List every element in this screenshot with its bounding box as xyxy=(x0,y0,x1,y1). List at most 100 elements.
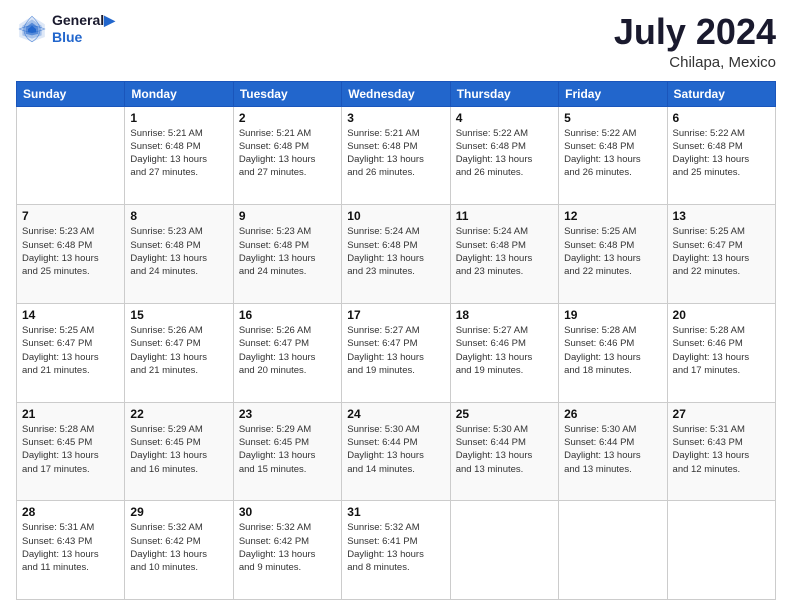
day-cell: 24 Sunrise: 5:30 AM Sunset: 6:44 PM Dayli… xyxy=(342,402,450,501)
day-cell: 23 Sunrise: 5:29 AM Sunset: 6:45 PM Dayli… xyxy=(233,402,341,501)
day-info: Sunrise: 5:31 AM Sunset: 6:43 PM Dayligh… xyxy=(673,423,770,476)
col-header-thursday: Thursday xyxy=(450,81,558,106)
col-header-tuesday: Tuesday xyxy=(233,81,341,106)
day-number: 2 xyxy=(239,111,336,125)
subtitle: Chilapa, Mexico xyxy=(614,54,776,71)
day-info: Sunrise: 5:29 AM Sunset: 6:45 PM Dayligh… xyxy=(239,423,336,476)
day-info: Sunrise: 5:32 AM Sunset: 6:42 PM Dayligh… xyxy=(239,521,336,574)
calendar-table: SundayMondayTuesdayWednesdayThursdayFrid… xyxy=(16,81,776,600)
day-info: Sunrise: 5:22 AM Sunset: 6:48 PM Dayligh… xyxy=(673,127,770,180)
day-cell: 27 Sunrise: 5:31 AM Sunset: 6:43 PM Dayli… xyxy=(667,402,775,501)
day-info: Sunrise: 5:32 AM Sunset: 6:41 PM Dayligh… xyxy=(347,521,444,574)
day-cell: 6Sunrise: 5:22 AM Sunset: 6:48 PM Daylig… xyxy=(667,106,775,205)
day-info: Sunrise: 5:30 AM Sunset: 6:44 PM Dayligh… xyxy=(347,423,444,476)
day-number: 23 xyxy=(239,407,336,421)
day-info: Sunrise: 5:21 AM Sunset: 6:48 PM Dayligh… xyxy=(347,127,444,180)
day-info: Sunrise: 5:29 AM Sunset: 6:45 PM Dayligh… xyxy=(130,423,227,476)
day-cell: 1 Sunrise: 5:21 AM Sunset: 6:48 PM Daylig… xyxy=(125,106,233,205)
week-row-4: 21 Sunrise: 5:28 AM Sunset: 6:45 PM Dayli… xyxy=(17,402,776,501)
header-row: SundayMondayTuesdayWednesdayThursdayFrid… xyxy=(17,81,776,106)
day-cell: 10Sunrise: 5:24 AM Sunset: 6:48 PM Dayli… xyxy=(342,205,450,304)
day-info: Sunrise: 5:28 AM Sunset: 6:46 PM Dayligh… xyxy=(673,324,770,377)
day-info: Sunrise: 5:21 AM Sunset: 6:48 PM Dayligh… xyxy=(130,127,227,180)
day-number: 13 xyxy=(673,209,770,223)
day-cell: 28 Sunrise: 5:31 AM Sunset: 6:43 PM Dayli… xyxy=(17,501,125,600)
day-cell xyxy=(450,501,558,600)
day-number: 24 xyxy=(347,407,444,421)
day-cell: 26Sunrise: 5:30 AM Sunset: 6:44 PM Dayli… xyxy=(559,402,667,501)
day-cell: 31Sunrise: 5:32 AM Sunset: 6:41 PM Dayli… xyxy=(342,501,450,600)
day-cell: 18 Sunrise: 5:27 AM Sunset: 6:46 PM Dayli… xyxy=(450,303,558,402)
day-number: 4 xyxy=(456,111,553,125)
day-cell: 30 Sunrise: 5:32 AM Sunset: 6:42 PM Dayli… xyxy=(233,501,341,600)
day-info: Sunrise: 5:25 AM Sunset: 6:48 PM Dayligh… xyxy=(564,225,661,278)
day-info: Sunrise: 5:26 AM Sunset: 6:47 PM Dayligh… xyxy=(239,324,336,377)
day-cell: 3 Sunrise: 5:21 AM Sunset: 6:48 PM Daylig… xyxy=(342,106,450,205)
day-info: Sunrise: 5:28 AM Sunset: 6:45 PM Dayligh… xyxy=(22,423,119,476)
day-cell: 22 Sunrise: 5:29 AM Sunset: 6:45 PM Dayli… xyxy=(125,402,233,501)
day-cell: 29 Sunrise: 5:32 AM Sunset: 6:42 PM Dayli… xyxy=(125,501,233,600)
col-header-wednesday: Wednesday xyxy=(342,81,450,106)
day-cell xyxy=(667,501,775,600)
day-cell xyxy=(17,106,125,205)
main-title: July 2024 xyxy=(614,12,776,52)
day-info: Sunrise: 5:26 AM Sunset: 6:47 PM Dayligh… xyxy=(130,324,227,377)
day-info: Sunrise: 5:25 AM Sunset: 6:47 PM Dayligh… xyxy=(22,324,119,377)
logo-icon xyxy=(16,13,48,45)
day-cell: 21 Sunrise: 5:28 AM Sunset: 6:45 PM Dayli… xyxy=(17,402,125,501)
day-number: 5 xyxy=(564,111,661,125)
day-number: 29 xyxy=(130,505,227,519)
day-number: 22 xyxy=(130,407,227,421)
day-cell: 13 Sunrise: 5:25 AM Sunset: 6:47 PM Dayli… xyxy=(667,205,775,304)
day-info: Sunrise: 5:23 AM Sunset: 6:48 PM Dayligh… xyxy=(130,225,227,278)
day-number: 28 xyxy=(22,505,119,519)
day-info: Sunrise: 5:30 AM Sunset: 6:44 PM Dayligh… xyxy=(456,423,553,476)
day-cell xyxy=(559,501,667,600)
col-header-monday: Monday xyxy=(125,81,233,106)
day-info: Sunrise: 5:32 AM Sunset: 6:42 PM Dayligh… xyxy=(130,521,227,574)
week-row-1: 1 Sunrise: 5:21 AM Sunset: 6:48 PM Daylig… xyxy=(17,106,776,205)
day-number: 3 xyxy=(347,111,444,125)
day-number: 30 xyxy=(239,505,336,519)
day-number: 21 xyxy=(22,407,119,421)
day-info: Sunrise: 5:22 AM Sunset: 6:48 PM Dayligh… xyxy=(564,127,661,180)
day-cell: 5 Sunrise: 5:22 AM Sunset: 6:48 PM Daylig… xyxy=(559,106,667,205)
day-cell: 12 Sunrise: 5:25 AM Sunset: 6:48 PM Dayli… xyxy=(559,205,667,304)
day-number: 7 xyxy=(22,209,119,223)
day-number: 12 xyxy=(564,209,661,223)
day-number: 19 xyxy=(564,308,661,322)
col-header-friday: Friday xyxy=(559,81,667,106)
day-cell: 19 Sunrise: 5:28 AM Sunset: 6:46 PM Dayli… xyxy=(559,303,667,402)
day-number: 11 xyxy=(456,209,553,223)
week-row-3: 14Sunrise: 5:25 AM Sunset: 6:47 PM Dayli… xyxy=(17,303,776,402)
week-row-5: 28 Sunrise: 5:31 AM Sunset: 6:43 PM Dayli… xyxy=(17,501,776,600)
day-number: 8 xyxy=(130,209,227,223)
day-info: Sunrise: 5:22 AM Sunset: 6:48 PM Dayligh… xyxy=(456,127,553,180)
day-info: Sunrise: 5:27 AM Sunset: 6:46 PM Dayligh… xyxy=(456,324,553,377)
day-info: Sunrise: 5:23 AM Sunset: 6:48 PM Dayligh… xyxy=(239,225,336,278)
day-number: 25 xyxy=(456,407,553,421)
day-info: Sunrise: 5:30 AM Sunset: 6:44 PM Dayligh… xyxy=(564,423,661,476)
day-number: 15 xyxy=(130,308,227,322)
title-block: July 2024 Chilapa, Mexico xyxy=(614,12,776,71)
day-info: Sunrise: 5:27 AM Sunset: 6:47 PM Dayligh… xyxy=(347,324,444,377)
day-cell: 20 Sunrise: 5:28 AM Sunset: 6:46 PM Dayli… xyxy=(667,303,775,402)
day-cell: 8 Sunrise: 5:23 AM Sunset: 6:48 PM Daylig… xyxy=(125,205,233,304)
day-cell: 25 Sunrise: 5:30 AM Sunset: 6:44 PM Dayli… xyxy=(450,402,558,501)
day-number: 1 xyxy=(130,111,227,125)
day-number: 27 xyxy=(673,407,770,421)
day-info: Sunrise: 5:28 AM Sunset: 6:46 PM Dayligh… xyxy=(564,324,661,377)
day-cell: 7Sunrise: 5:23 AM Sunset: 6:48 PM Daylig… xyxy=(17,205,125,304)
day-info: Sunrise: 5:24 AM Sunset: 6:48 PM Dayligh… xyxy=(347,225,444,278)
day-number: 18 xyxy=(456,308,553,322)
day-info: Sunrise: 5:24 AM Sunset: 6:48 PM Dayligh… xyxy=(456,225,553,278)
day-cell: 14Sunrise: 5:25 AM Sunset: 6:47 PM Dayli… xyxy=(17,303,125,402)
logo: General▶ Blue xyxy=(16,12,115,45)
day-info: Sunrise: 5:25 AM Sunset: 6:47 PM Dayligh… xyxy=(673,225,770,278)
day-number: 20 xyxy=(673,308,770,322)
logo-text: General▶ Blue xyxy=(52,12,115,45)
day-info: Sunrise: 5:31 AM Sunset: 6:43 PM Dayligh… xyxy=(22,521,119,574)
week-row-2: 7 Sunrise: 5:23 AM Sunset: 6:48 PM Daylig… xyxy=(17,205,776,304)
day-cell: 9Sunrise: 5:23 AM Sunset: 6:48 PM Daylig… xyxy=(233,205,341,304)
day-info: Sunrise: 5:21 AM Sunset: 6:48 PM Dayligh… xyxy=(239,127,336,180)
